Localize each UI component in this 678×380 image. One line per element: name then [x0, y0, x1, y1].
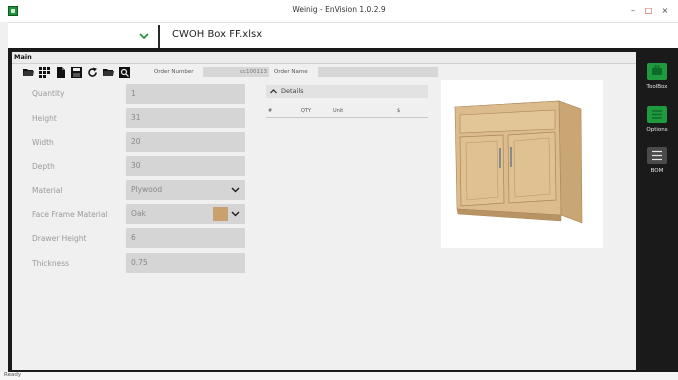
thickness-label: Thickness	[32, 259, 70, 268]
cabinet-3d-image	[454, 100, 583, 224]
face-frame-chevron-down-icon[interactable]	[230, 208, 241, 219]
material-value: Plywood	[131, 185, 163, 194]
width-label: Width	[32, 138, 54, 147]
maximize-button[interactable]: □	[642, 4, 655, 17]
details-title: Details	[281, 87, 304, 95]
window-title: Weinig - EnVision 1.0.2.9	[292, 5, 386, 14]
main-toolbar	[22, 66, 131, 78]
height-field[interactable]: 31	[126, 108, 245, 128]
status-bar: Ready	[0, 372, 678, 380]
open-folder-icon[interactable]	[22, 66, 35, 78]
print-preview-icon[interactable]	[118, 66, 131, 78]
title-bar: Weinig - EnVision 1.0.2.9 – □ ×	[0, 0, 678, 22]
sidebar-item-bom[interactable]: BOM	[645, 147, 669, 174]
material-label: Material	[32, 186, 63, 195]
app-window: Weinig - EnVision 1.0.2.9 – □ × CWOH Box…	[0, 0, 678, 380]
depth-label: Depth	[32, 162, 55, 171]
column-unit: Unit	[333, 108, 344, 114]
material-chevron-down-icon[interactable]	[230, 184, 241, 195]
options-icon	[647, 106, 667, 123]
column-price: $	[397, 108, 401, 114]
chevron-up-icon	[270, 89, 277, 94]
save-icon[interactable]	[70, 66, 83, 78]
bom-list-icon	[647, 147, 667, 164]
new-document-icon[interactable]	[54, 66, 67, 78]
face-frame-material-label: Face Frame Material	[32, 210, 108, 219]
main-header: Main	[12, 52, 636, 64]
face-frame-material-select[interactable]: Oak	[126, 204, 245, 224]
file-dropdown-chevron-icon[interactable]	[137, 29, 151, 43]
sidebar-label-options: Options	[646, 127, 668, 133]
height-label: Height	[32, 114, 57, 123]
cabinet-preview[interactable]	[441, 80, 603, 248]
sidebar-label-toolbox: ToolBox	[646, 84, 668, 90]
depth-field[interactable]: 30	[126, 156, 245, 176]
status-text: Ready	[4, 372, 22, 378]
thickness-field[interactable]: 0.75	[126, 253, 245, 273]
order-number-label: Order Number	[154, 69, 194, 75]
quantity-label: Quantity	[32, 89, 65, 98]
sidebar-item-toolbox[interactable]: ToolBox	[645, 63, 669, 90]
file-divider	[158, 25, 160, 49]
open-folder-alt-icon[interactable]	[102, 66, 115, 78]
order-name-label: Order Name	[274, 69, 308, 75]
material-select[interactable]: Plywood	[126, 180, 245, 200]
order-number-field[interactable]: cc100113	[203, 67, 269, 77]
file-name[interactable]: CWOH Box FF.xlsx	[172, 29, 262, 40]
minimize-button[interactable]: –	[627, 4, 639, 17]
width-field[interactable]: 20	[126, 132, 245, 152]
refresh-icon[interactable]	[86, 66, 99, 78]
face-frame-material-value: Oak	[131, 209, 146, 218]
close-button[interactable]: ×	[659, 4, 671, 17]
drawer-height-label: Drawer Height	[32, 234, 87, 243]
column-number: #	[268, 108, 273, 114]
sidebar-label-bom: BOM	[650, 168, 664, 174]
file-bar: CWOH Box FF.xlsx	[8, 22, 678, 49]
main-label: Main	[14, 53, 32, 61]
order-name-field[interactable]	[318, 67, 438, 77]
toolbox-icon	[647, 63, 667, 80]
quantity-field[interactable]: 1	[126, 84, 245, 104]
details-toggle[interactable]: Details	[266, 85, 428, 98]
sidebar-item-options[interactable]: Options	[645, 106, 669, 133]
column-qty: QTY	[301, 108, 312, 114]
drawer-height-field[interactable]: 6	[126, 228, 245, 248]
grid-options-icon[interactable]	[38, 66, 51, 78]
oak-color-swatch	[213, 207, 228, 221]
details-column-header: # QTY Unit $	[266, 106, 428, 118]
